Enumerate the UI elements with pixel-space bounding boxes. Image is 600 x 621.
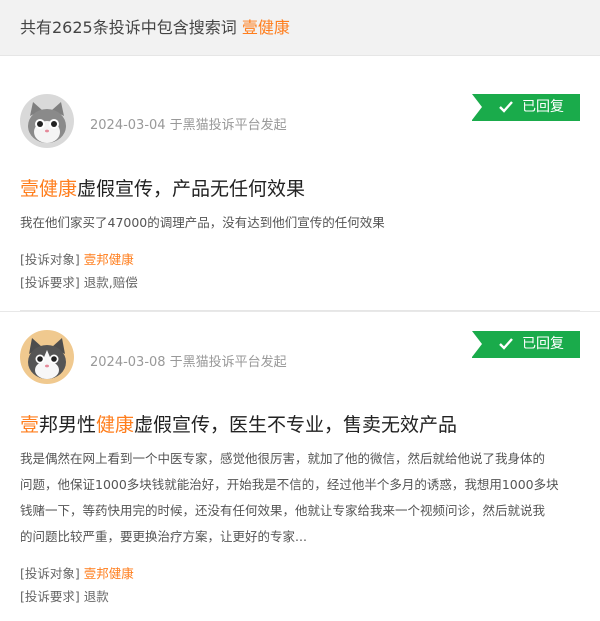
- request-value: 退款: [83, 589, 109, 604]
- target-label: [投诉对象]: [20, 252, 80, 267]
- status-label: 已回复: [522, 336, 564, 352]
- complaint-card[interactable]: 2024-03-04 于黑猫投诉平台发起 已回复 壹健康虚假宣传，产品无任何效果…: [0, 55, 600, 311]
- tan-cat-avatar-icon: [20, 330, 74, 384]
- search-result-header: 共有2625条投诉中包含搜索词 壹健康: [0, 0, 600, 55]
- result-count-text: 共有2625条投诉中包含搜索词: [20, 18, 237, 37]
- check-icon: [499, 101, 513, 113]
- complaint-card[interactable]: 2024-03-08 于黑猫投诉平台发起 已回复 壹邦男性健康虚假宣传，医生不专…: [0, 311, 600, 621]
- complaint-title-link[interactable]: 壹邦男性健康虚假宣传，医生不专业，售卖无效产品: [20, 410, 457, 437]
- request-value: 退款,赔偿: [83, 275, 138, 290]
- complaint-request-row: [投诉要求] 退款: [20, 586, 109, 605]
- request-label: [投诉要求]: [20, 275, 80, 290]
- complaint-description: 我在他们家买了47000的调理产品，没有达到他们宣传的任何效果: [20, 215, 385, 230]
- status-label: 已回复: [522, 99, 564, 115]
- status-badge: 已回复: [472, 94, 580, 121]
- target-company-link[interactable]: 壹邦健康: [84, 252, 134, 267]
- complaint-request-row: [投诉要求] 退款,赔偿: [20, 272, 138, 291]
- check-icon: [499, 338, 513, 350]
- target-label: [投诉对象]: [20, 566, 80, 581]
- complaint-title-link[interactable]: 壹健康虚假宣传，产品无任何效果: [20, 174, 305, 201]
- gray-cat-avatar-icon: [20, 94, 74, 148]
- status-badge: 已回复: [472, 331, 580, 358]
- complaint-target-row: [投诉对象] 壹邦健康: [20, 563, 134, 582]
- request-label: [投诉要求]: [20, 589, 80, 604]
- complaint-meta: 2024-03-04 于黑猫投诉平台发起: [90, 118, 287, 133]
- search-keyword: 壹健康: [241, 18, 290, 37]
- complaint-target-row: [投诉对象] 壹邦健康: [20, 249, 134, 268]
- title-keyword: 壹健康: [20, 178, 78, 200]
- complaint-description: 我是偶然在网上看到一个中医专家，感觉他很厉害，就加了他的微信，然后就给他说了我身…: [20, 451, 559, 544]
- target-company-link[interactable]: 壹邦健康: [84, 566, 134, 581]
- title-text: 虚假宣传，产品无任何效果: [77, 178, 306, 200]
- complaint-meta: 2024-03-08 于黑猫投诉平台发起: [90, 355, 287, 370]
